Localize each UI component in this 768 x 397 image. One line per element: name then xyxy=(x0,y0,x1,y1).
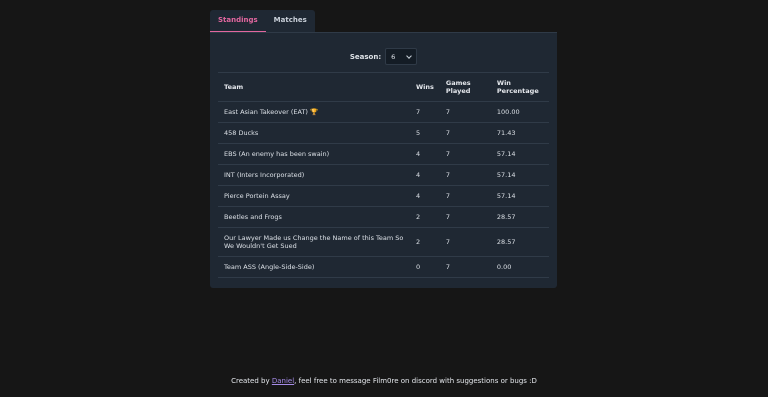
tab-bar: Standings Matches xyxy=(210,10,315,32)
win-percentage-cell: 57.14 xyxy=(490,143,549,165)
header-win-percentage[interactable]: Win Percentage xyxy=(490,72,549,102)
tab-matches[interactable]: Matches xyxy=(266,10,315,32)
trophy-icon: 🏆 xyxy=(309,108,319,116)
wins-cell: 4 xyxy=(410,143,440,165)
games-played-cell: 7 xyxy=(439,185,491,207)
wins-cell: 4 xyxy=(410,185,440,207)
games-played-cell: 7 xyxy=(439,143,491,165)
team-name-cell: Beetles and Frogs xyxy=(218,206,410,228)
team-name-cell: INT (Inters Incorporated) xyxy=(218,164,410,186)
games-played-cell: 7 xyxy=(439,122,491,144)
table-row: INT (Inters Incorporated) 4 7 57.14 xyxy=(218,164,549,186)
games-played-cell: 7 xyxy=(439,227,491,257)
games-played-cell: 7 xyxy=(439,206,491,228)
win-percentage-cell: 28.57 xyxy=(490,206,549,228)
games-played-cell: 7 xyxy=(439,101,491,123)
tab-standings[interactable]: Standings xyxy=(210,10,266,32)
footer-prefix: Created by xyxy=(231,377,272,385)
win-percentage-cell: 100.00 xyxy=(490,101,549,123)
standings-panel: Season: 6 Team Wins Games Played Win Per… xyxy=(210,32,557,288)
win-percentage-cell: 71.43 xyxy=(490,122,549,144)
team-name-cell: Pierce Portein Assay xyxy=(218,185,410,207)
wins-cell: 2 xyxy=(410,227,440,257)
table-row: EBS (An enemy has been swain) 4 7 57.14 xyxy=(218,143,549,165)
team-name-cell: East Asian Takeover (EAT) 🏆 xyxy=(218,101,410,123)
season-value: 6 xyxy=(391,52,396,61)
games-played-cell: 7 xyxy=(439,256,491,278)
header-team[interactable]: Team xyxy=(218,72,410,102)
season-select[interactable]: 6 xyxy=(385,48,418,65)
table-header-row: Team Wins Games Played Win Percentage xyxy=(218,72,549,102)
table-row: 458 Ducks 5 7 71.43 xyxy=(218,122,549,144)
team-name-cell: 458 Ducks xyxy=(218,122,410,144)
win-percentage-cell: 28.57 xyxy=(490,227,549,257)
season-filter: Season: 6 xyxy=(210,48,557,65)
games-played-cell: 7 xyxy=(439,164,491,186)
table-row: Pierce Portein Assay 4 7 57.14 xyxy=(218,185,549,207)
team-name-cell: Team ASS (Angle-Side-Side) xyxy=(218,256,410,278)
win-percentage-cell: 57.14 xyxy=(490,164,549,186)
author-link[interactable]: Daniel xyxy=(272,377,294,385)
win-percentage-cell: 0.00 xyxy=(490,256,549,278)
table-row: Team ASS (Angle-Side-Side) 0 7 0.00 xyxy=(218,256,549,278)
table-row: Our Lawyer Made us Change the Name of th… xyxy=(218,227,549,257)
header-games-played[interactable]: Games Played xyxy=(439,72,491,102)
table-row: Beetles and Frogs 2 7 28.57 xyxy=(218,206,549,228)
wins-cell: 7 xyxy=(410,101,440,123)
chevron-down-icon xyxy=(406,52,412,59)
wins-cell: 2 xyxy=(410,206,440,228)
footer-credits: Created by Daniel, feel free to message … xyxy=(0,377,768,385)
team-name-cell: EBS (An enemy has been swain) xyxy=(218,143,410,165)
season-label: Season: xyxy=(349,52,382,61)
win-percentage-cell: 57.14 xyxy=(490,185,549,207)
wins-cell: 5 xyxy=(410,122,440,144)
team-name-cell: Our Lawyer Made us Change the Name of th… xyxy=(218,227,410,257)
footer-suffix: , feel free to message Film0re on discor… xyxy=(294,377,537,385)
table-row: East Asian Takeover (EAT) 🏆 7 7 100.00 xyxy=(218,101,549,123)
wins-cell: 0 xyxy=(410,256,440,278)
app-root: Standings Matches Season: 6 Team Wins Ga… xyxy=(0,0,768,397)
header-wins[interactable]: Wins xyxy=(410,72,440,102)
wins-cell: 4 xyxy=(410,164,440,186)
standings-table: Team Wins Games Played Win Percentage Ea… xyxy=(218,72,549,278)
